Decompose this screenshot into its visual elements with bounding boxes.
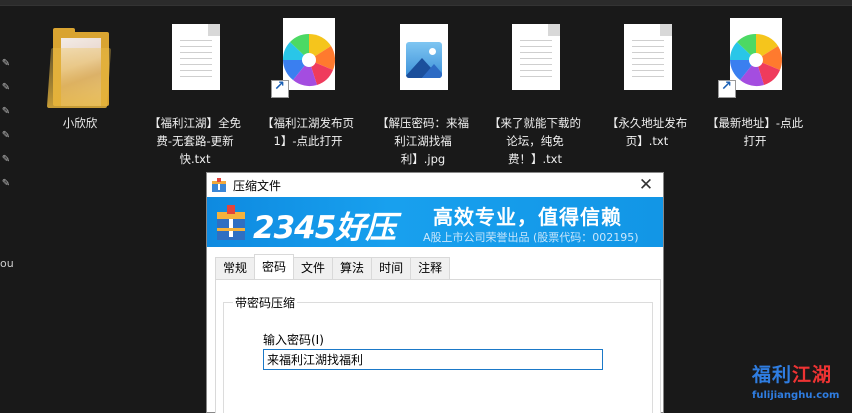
dialog-titlebar[interactable]: 压缩文件 ✕: [207, 173, 663, 197]
password-field-label: 输入密码(I): [263, 333, 324, 347]
file-label: 小欣欣: [62, 116, 98, 130]
tab-algorithm[interactable]: 算法: [332, 257, 373, 279]
watermark-url: fulijianghu.com: [752, 390, 840, 401]
compress-dialog: 压缩文件 ✕ 2345好压 高效专业，值得信赖 A股上市公司荣誉出品 (股票代码…: [206, 172, 664, 413]
pinwheel-shortcut-icon: [718, 18, 790, 112]
haozip-banner: 2345好压 高效专业，值得信赖 A股上市公司荣誉出品 (股票代码：002195…: [207, 197, 663, 247]
pin-icon[interactable]: ✎: [0, 124, 12, 148]
file-item-txt[interactable]: 【永久地址发布页】.txt: [597, 18, 697, 150]
pinwheel-shortcut-icon: [271, 18, 343, 112]
tab-comment[interactable]: 注释: [410, 257, 451, 279]
file-label: 【永久地址发布页】.txt: [606, 116, 688, 148]
watermark-title-part-a: 福利: [752, 364, 793, 386]
text-file-icon: [500, 18, 570, 112]
file-label: 【最新地址】-点此打开: [706, 116, 804, 148]
file-label: 【来了就能下载的论坛，纯免费！】.txt: [489, 116, 581, 166]
file-label: 【福利江湖发布页1】-点此打开: [262, 116, 354, 148]
file-item-shortcut[interactable]: 【最新地址】-点此打开: [705, 18, 805, 150]
brand-name: 2345好压: [253, 210, 396, 246]
file-item-txt[interactable]: 【福利江湖】全免费-无套路-更新快.txt: [145, 18, 245, 168]
group-label: 带密码压缩: [233, 294, 298, 311]
text-file-icon: [160, 18, 230, 112]
file-item-shortcut[interactable]: 【福利江湖发布页1】-点此打开: [258, 18, 358, 150]
banner-subtitle: A股上市公司荣誉出品 (股票代码：002195): [423, 231, 639, 244]
site-watermark: 福利江湖 fulijianghu.com: [752, 360, 848, 410]
password-input[interactable]: [263, 349, 603, 370]
file-item-txt[interactable]: 【来了就能下载的论坛，纯免费！】.txt: [485, 18, 585, 168]
image-file-icon: [388, 18, 458, 112]
pin-icon[interactable]: ✎: [0, 148, 12, 172]
file-label: 【解压密码：来福利江湖找福利】.jpg: [377, 116, 469, 166]
pin-icon[interactable]: ✎: [0, 100, 12, 124]
close-icon[interactable]: ✕: [635, 174, 657, 196]
banner-slogan: 高效专业，值得信赖: [433, 205, 622, 229]
tab-general[interactable]: 常规: [215, 257, 256, 279]
watermark-title-part-b: 江湖: [792, 364, 833, 386]
haozip-app-icon: [212, 178, 226, 192]
tab-time[interactable]: 时间: [371, 257, 412, 279]
folder-icon: [45, 18, 115, 112]
file-item-jpg[interactable]: 【解压密码：来福利江湖找福利】.jpg: [373, 18, 473, 168]
tab-password[interactable]: 密码: [254, 254, 295, 279]
haozip-logo-icon: [217, 205, 245, 240]
watermark-title: 福利江湖: [752, 360, 832, 387]
explorer-top-bar: [0, 0, 852, 6]
quick-access-pins: ✎ ✎ ✎ ✎ ✎ ✎: [0, 52, 12, 196]
sidebar-partial-text: ou: [0, 257, 14, 270]
pin-icon[interactable]: ✎: [0, 52, 12, 76]
tab-files[interactable]: 文件: [293, 257, 334, 279]
file-item-folder[interactable]: 小欣欣: [30, 18, 130, 132]
pin-icon[interactable]: ✎: [0, 172, 12, 196]
dialog-title: 压缩文件: [233, 179, 282, 193]
dialog-tabs: 常规 密码 文件 算法 时间 注释: [215, 254, 451, 279]
pin-icon[interactable]: ✎: [0, 76, 12, 100]
file-label: 【福利江湖】全免费-无套路-更新快.txt: [149, 116, 241, 166]
text-file-icon: [612, 18, 682, 112]
